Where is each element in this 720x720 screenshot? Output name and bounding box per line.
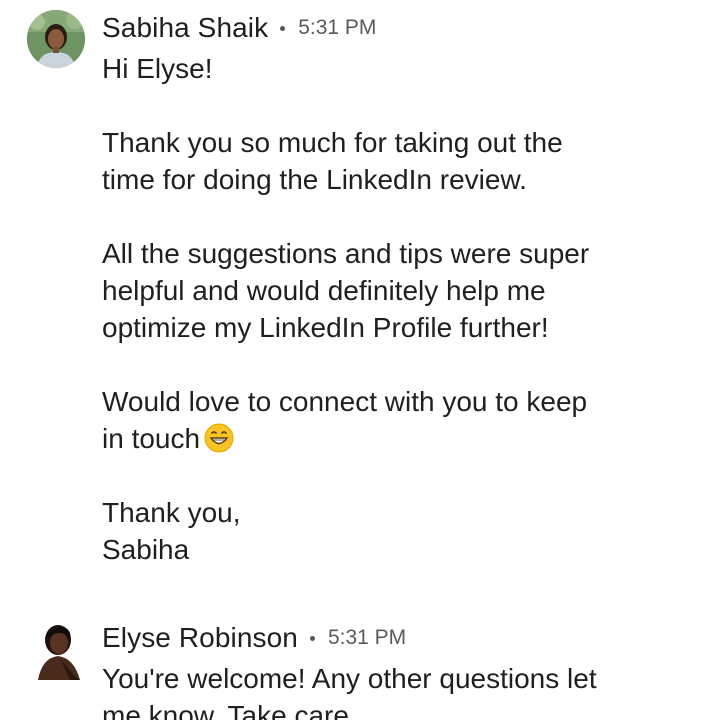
message-text: in touch [102, 423, 201, 454]
message-line: Thank you, [102, 497, 241, 528]
profile-photo-icon [27, 10, 85, 68]
separator-dot [280, 25, 286, 31]
message-line: Hi Elyse! [102, 53, 213, 84]
message-body: You're welcome! Any other questions let … [102, 660, 702, 720]
message-line: Thank you so much for taking out the [102, 127, 563, 158]
message-line: Would love to connect with you to keep [102, 386, 588, 417]
message-thread: Sabiha Shaik 5:31 PM Hi Elyse! Thank you… [0, 0, 720, 720]
message-line: Sabiha [102, 534, 190, 565]
profile-photo-icon [30, 618, 86, 680]
message-line: me know. Take care. [102, 700, 357, 720]
sender-avatar[interactable] [27, 10, 85, 68]
message-timestamp: 5:31 PM [327, 626, 407, 649]
message-line: helpful and would definitely help me [102, 275, 546, 306]
grinning-face-icon [204, 423, 234, 453]
separator-dot [309, 635, 315, 641]
sender-name[interactable]: Sabiha Shaik [102, 12, 268, 44]
message-line: time for doing the LinkedIn review. [102, 164, 527, 195]
message-line-with-emoji: in touch [102, 420, 702, 457]
message-line: optimize my LinkedIn Profile further! [102, 312, 549, 343]
sender-name[interactable]: Elyse Robinson [102, 622, 298, 654]
message-line: You're welcome! Any other questions let [102, 663, 597, 694]
message-body: Hi Elyse! Thank you so much for taking o… [102, 50, 702, 568]
message-header: Sabiha Shaik 5:31 PM [102, 8, 376, 48]
message-timestamp: 5:31 PM [298, 16, 377, 39]
message-line: All the suggestions and tips were super [102, 238, 590, 269]
sender-avatar[interactable] [30, 618, 86, 680]
message-header: Elyse Robinson 5:31 PM [102, 618, 406, 658]
